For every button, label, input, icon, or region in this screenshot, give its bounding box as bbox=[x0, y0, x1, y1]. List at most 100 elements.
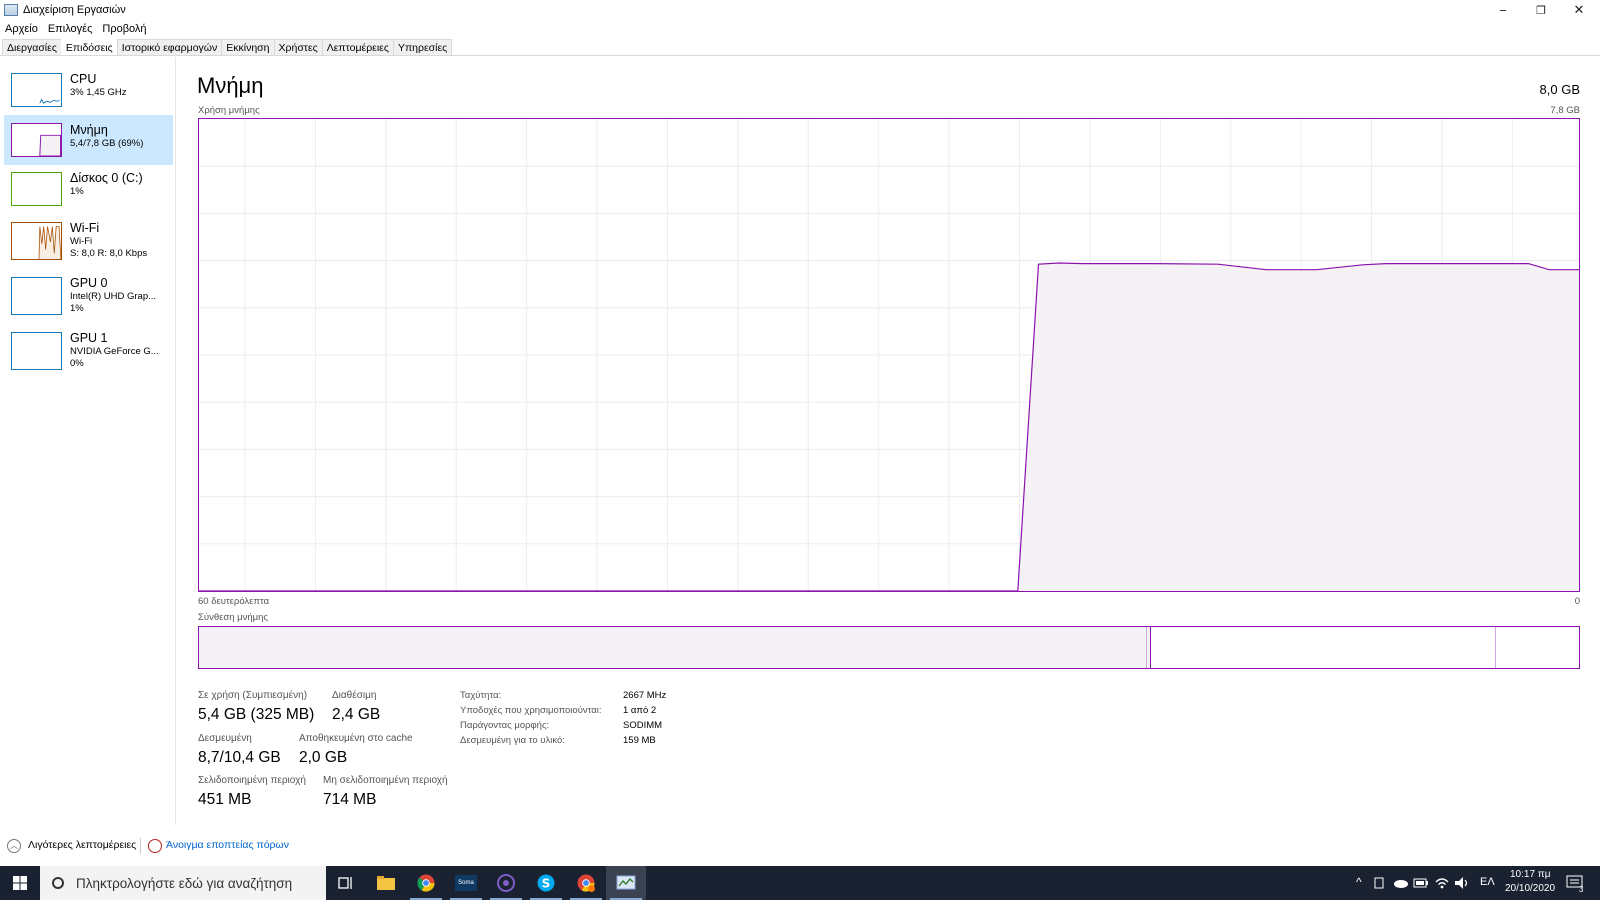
gpu1-thumbnail-graph bbox=[11, 332, 62, 370]
sidebar-item-memory[interactable]: Μνήμη 5,4/7,8 GB (69%) bbox=[4, 115, 173, 165]
clock-time[interactable]: 10:17 πμ bbox=[1510, 869, 1550, 880]
menu-view[interactable]: Προβολή bbox=[97, 20, 151, 38]
performance-sidebar: CPU 3% 1,45 GHz Μνήμη 5,4/7,8 GB (69%) Δ… bbox=[0, 57, 176, 825]
tab-details[interactable]: Λεπτομέρειες bbox=[321, 39, 394, 55]
tab-startup[interactable]: Εκκίνηση bbox=[221, 39, 275, 55]
soma-button[interactable]: Soma bbox=[446, 866, 486, 900]
hardware-reserved-label: Δεσμευμένη για το υλικό: bbox=[460, 735, 565, 746]
chevron-up-icon[interactable]: ︿ bbox=[7, 839, 21, 853]
sidebar-item-name: Δίσκος 0 (C:) bbox=[70, 171, 143, 185]
form-factor-value: SODIMM bbox=[623, 720, 663, 731]
search-icon bbox=[52, 877, 64, 889]
cpu-thumbnail-graph bbox=[11, 73, 62, 107]
sidebar-item-detail: NVIDIA GeForce G... bbox=[70, 346, 159, 357]
committed-value: 8,7/10,4 GB bbox=[198, 749, 281, 766]
viber-button[interactable] bbox=[486, 866, 526, 900]
start-button[interactable] bbox=[0, 866, 40, 900]
sidebar-item-name: GPU 0 bbox=[70, 276, 108, 290]
sidebar-item-detail: Wi-Fi bbox=[70, 236, 93, 247]
chrome-button[interactable] bbox=[406, 866, 446, 900]
composition-free[interactable] bbox=[1496, 627, 1579, 668]
sidebar-item-detail: 0% bbox=[70, 358, 84, 369]
tab-processes[interactable]: Διεργασίες bbox=[2, 39, 62, 55]
sidebar-item-name: CPU bbox=[70, 72, 97, 86]
sidebar-item-detail: 1% bbox=[70, 303, 84, 314]
composition-standby[interactable] bbox=[1151, 627, 1497, 668]
minimize-button[interactable]: − bbox=[1484, 0, 1522, 20]
sidebar-item-gpu1[interactable]: GPU 1 NVIDIA GeForce G... 0% bbox=[4, 330, 173, 380]
tab-app-history[interactable]: Ιστορικό εφαρμογών bbox=[116, 39, 223, 55]
taskbar: Πληκτρολογήστε εδώ για αναζήτηση Soma S … bbox=[0, 866, 1600, 900]
menu-file[interactable]: Αρχείο bbox=[0, 20, 43, 38]
title-bar: Διαχείριση Εργασιών bbox=[0, 0, 1600, 20]
file-explorer-button[interactable] bbox=[366, 866, 406, 900]
tab-users[interactable]: Χρήστες bbox=[273, 39, 323, 55]
slots-value: 1 από 2 bbox=[623, 705, 657, 716]
chrome-profile-button[interactable] bbox=[566, 866, 606, 900]
footer-divider bbox=[140, 838, 141, 854]
input-language-indicator[interactable]: ΕΛ bbox=[1480, 876, 1495, 888]
folder-icon bbox=[377, 876, 395, 890]
fewer-details-link[interactable]: Λιγότερες λεπτομέρειες bbox=[28, 839, 136, 851]
available-value: 2,4 GB bbox=[332, 706, 381, 723]
volume-icon[interactable] bbox=[1454, 876, 1470, 890]
chart-x-right: 0 bbox=[1574, 596, 1580, 607]
tray-device-icon[interactable] bbox=[1374, 877, 1384, 889]
task-manager-icon bbox=[4, 4, 18, 16]
form-factor-label: Παράγοντας μορφής: bbox=[460, 720, 550, 731]
cached-label: Αποθηκευμένη στο cache bbox=[299, 733, 413, 744]
hardware-reserved-value: 159 MB bbox=[623, 735, 656, 746]
nonpaged-pool-value: 714 MB bbox=[323, 791, 377, 808]
skype-icon: S bbox=[537, 874, 555, 892]
resource-monitor-icon[interactable] bbox=[148, 839, 162, 853]
sidebar-item-disk[interactable]: Δίσκος 0 (C:) 1% bbox=[4, 170, 173, 220]
task-view-button[interactable] bbox=[326, 866, 366, 900]
sidebar-item-detail: 5,4/7,8 GB (69%) bbox=[70, 138, 144, 149]
composition-in-use[interactable] bbox=[199, 627, 1148, 668]
memory-thumbnail-graph bbox=[11, 123, 62, 157]
sidebar-item-cpu[interactable]: CPU 3% 1,45 GHz bbox=[4, 71, 173, 121]
restore-button[interactable]: ❐ bbox=[1522, 0, 1560, 20]
gpu0-thumbnail-graph bbox=[11, 277, 62, 315]
wifi-thumbnail-graph bbox=[11, 222, 62, 260]
committed-label: Δεσμευμένη bbox=[198, 733, 252, 744]
battery-icon[interactable] bbox=[1413, 877, 1429, 889]
notification-count-badge: 3 bbox=[1579, 885, 1584, 894]
in-use-value: 5,4 GB (325 MB) bbox=[198, 706, 315, 723]
tab-services[interactable]: Υπηρεσίες bbox=[392, 39, 453, 55]
memory-usage-area bbox=[199, 263, 1579, 591]
sidebar-item-detail: 3% 1,45 GHz bbox=[70, 87, 127, 98]
tab-strip: Διεργασίες Επιδόσεις Ιστορικό εφαρμογών … bbox=[0, 39, 1600, 56]
sidebar-item-name: Wi-Fi bbox=[70, 221, 100, 235]
page-title: Μνήμη bbox=[197, 73, 264, 98]
memory-composition-bar bbox=[198, 626, 1580, 669]
viber-icon bbox=[497, 874, 515, 892]
sidebar-item-name: GPU 1 bbox=[70, 331, 108, 345]
tab-performance[interactable]: Επιδόσεις bbox=[60, 39, 118, 55]
sidebar-item-detail: S: 8,0 R: 8,0 Kbps bbox=[70, 248, 148, 259]
onedrive-cloud-icon[interactable] bbox=[1393, 878, 1409, 888]
speed-value: 2667 MHz bbox=[623, 690, 667, 701]
taskbar-search-box[interactable]: Πληκτρολογήστε εδώ για αναζήτηση bbox=[40, 866, 326, 900]
soma-app-icon: Soma bbox=[455, 875, 477, 891]
skype-button[interactable]: S bbox=[526, 866, 566, 900]
window-title: Διαχείριση Εργασιών bbox=[23, 4, 126, 16]
chart-y-max: 7,8 GB bbox=[1550, 105, 1580, 116]
task-manager-taskbar-button[interactable] bbox=[606, 866, 646, 900]
menu-options[interactable]: Επιλογές bbox=[43, 20, 98, 38]
in-use-label: Σε χρήση (Συμπιεσμένη) bbox=[198, 690, 308, 701]
chrome-icon bbox=[577, 874, 595, 892]
slots-label: Υποδοχές που χρησιμοποιούνται: bbox=[460, 705, 602, 716]
chrome-icon bbox=[417, 874, 435, 892]
sidebar-item-detail: Intel(R) UHD Grap... bbox=[70, 291, 157, 302]
cached-value: 2,0 GB bbox=[299, 749, 348, 766]
show-hidden-icons-chevron-up-icon[interactable]: ^ bbox=[1356, 875, 1362, 889]
sidebar-item-wifi[interactable]: Wi-Fi Wi-Fi S: 8,0 R: 8,0 Kbps bbox=[4, 220, 173, 270]
footer: ︿ Λιγότερες λεπτομέρειες Άνοιγμα εποπτεί… bbox=[0, 836, 1600, 856]
close-button[interactable]: ✕ bbox=[1560, 0, 1598, 20]
open-resource-monitor-link[interactable]: Άνοιγμα εποπτείας πόρων bbox=[166, 839, 289, 851]
wifi-icon[interactable] bbox=[1434, 876, 1450, 890]
clock-date[interactable]: 20/10/2020 bbox=[1505, 883, 1555, 894]
composition-label: Σύνθεση μνήμης bbox=[198, 612, 268, 623]
sidebar-item-gpu0[interactable]: GPU 0 Intel(R) UHD Grap... 1% bbox=[4, 275, 173, 325]
